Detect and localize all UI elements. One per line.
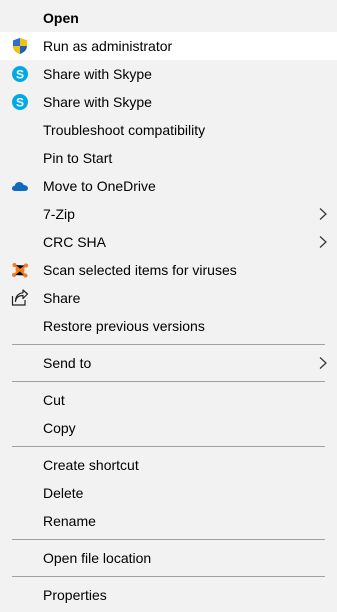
menu-separator [12,576,325,577]
menu-item-create-shortcut[interactable]: Create shortcut [0,451,337,479]
menu-item-open[interactable]: Open [0,4,337,32]
menu-item-label: Run as administrator [43,38,173,54]
context-menu: Open Run as administrator S Share with S… [0,0,337,612]
menu-item-cut[interactable]: Cut [0,386,337,414]
chevron-right-icon [319,236,327,248]
menu-separator [12,381,325,382]
menu-item-label: Create shortcut [43,457,139,473]
menu-item-share-with-skype[interactable]: S Share with Skype [0,60,337,88]
menu-item-label: CRC SHA [43,234,107,250]
svg-text:S: S [16,68,24,82]
share-icon [11,289,29,307]
menu-item-send-to[interactable]: Send to [0,349,337,377]
menu-item-delete[interactable]: Delete [0,479,337,507]
menu-item-label: Send to [43,355,92,371]
menu-item-share[interactable]: Share [0,284,337,312]
menu-item-share-with-skype-2[interactable]: S Share with Skype [0,88,337,116]
menu-item-run-as-administrator[interactable]: Run as administrator [0,32,337,60]
menu-separator [12,539,325,540]
menu-item-copy[interactable]: Copy [0,414,337,442]
onedrive-cloud-icon [11,177,29,195]
menu-separator [12,446,325,447]
menu-item-label: Open file location [43,550,152,566]
menu-item-troubleshoot-compatibility[interactable]: Troubleshoot compatibility [0,116,337,144]
menu-item-label: Share [43,290,81,306]
menu-item-label: Properties [43,587,107,603]
menu-item-label: Scan selected items for viruses [43,262,237,278]
menu-item-label: Restore previous versions [43,318,205,334]
menu-item-label: Troubleshoot compatibility [43,122,206,138]
menu-item-rename[interactable]: Rename [0,507,337,535]
menu-item-label: Rename [43,513,96,529]
menu-item-scan-for-viruses[interactable]: Scan selected items for viruses [0,256,337,284]
menu-item-properties[interactable]: Properties [0,581,337,609]
menu-item-open-file-location[interactable]: Open file location [0,544,337,572]
skype-icon: S [11,93,29,111]
chevron-right-icon [319,208,327,220]
menu-item-7-zip[interactable]: 7-Zip [0,200,337,228]
menu-item-pin-to-start[interactable]: Pin to Start [0,144,337,172]
menu-item-label: Pin to Start [43,150,113,166]
menu-item-move-to-onedrive[interactable]: Move to OneDrive [0,172,337,200]
menu-item-label: Delete [43,485,84,501]
skype-icon: S [11,65,29,83]
chevron-right-icon [319,357,327,369]
menu-item-label: Share with Skype [43,66,152,82]
menu-separator [12,344,325,345]
svg-text:S: S [16,96,24,110]
menu-item-label: Copy [43,420,76,436]
menu-item-label: Move to OneDrive [43,178,156,194]
menu-item-crc-sha[interactable]: CRC SHA [0,228,337,256]
avast-icon [11,261,29,279]
menu-item-restore-previous-versions[interactable]: Restore previous versions [0,312,337,340]
menu-item-label: Cut [43,392,65,408]
menu-item-label: 7-Zip [43,206,75,222]
menu-item-label: Open [43,10,79,26]
menu-item-label: Share with Skype [43,94,152,110]
uac-shield-icon [11,37,29,55]
